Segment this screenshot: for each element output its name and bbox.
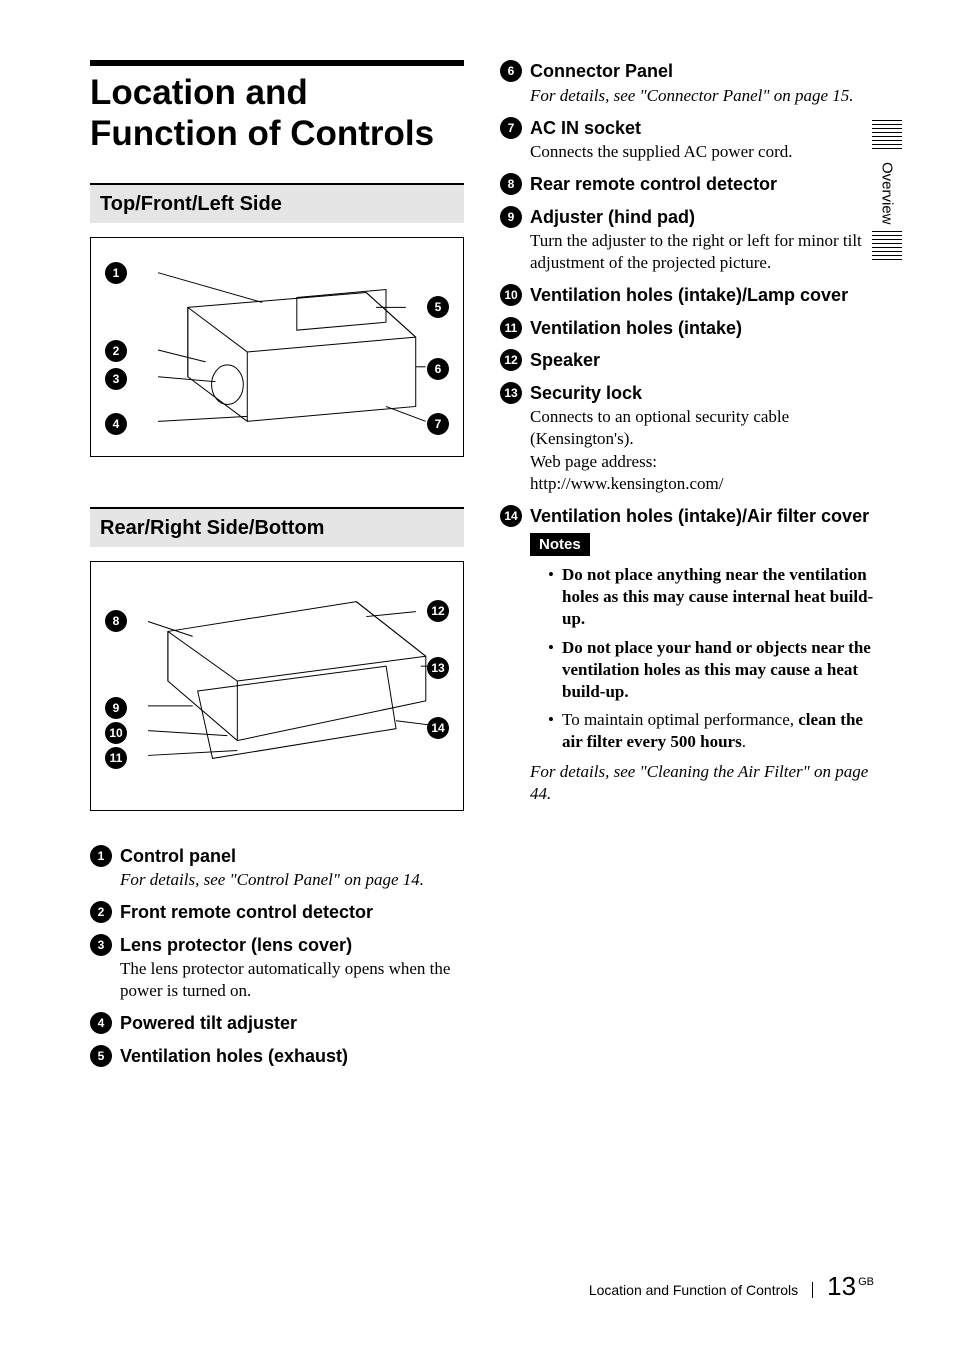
note-tail: .: [742, 732, 746, 751]
figure-rear-right-bottom: 8 9 10 11 12 13 14: [90, 561, 464, 811]
item-14: 14 Ventilation holes (intake)/Air filter…: [500, 505, 874, 805]
item-badge: 14: [500, 505, 522, 527]
item-badge: 5: [90, 1045, 112, 1067]
item-badge: 6: [500, 60, 522, 82]
tab-lines-top: [872, 120, 902, 152]
item-title: Rear remote control detector: [530, 173, 874, 196]
item-6: 6 Connector Panel For details, see "Conn…: [500, 60, 874, 107]
right-column: 6 Connector Panel For details, see "Conn…: [500, 60, 874, 1077]
item-title: Connector Panel: [530, 60, 874, 83]
side-tab-label: Overview: [879, 162, 896, 225]
item-13: 13 Security lock Connects to an optional…: [500, 382, 874, 495]
item-title: Powered tilt adjuster: [120, 1012, 464, 1035]
callout-9: 9: [105, 697, 127, 719]
item-1: 1 Control panel For details, see "Contro…: [90, 845, 464, 892]
callout-4: 4: [105, 413, 127, 435]
item-title: AC IN socket: [530, 117, 874, 140]
callout-6: 6: [427, 358, 449, 380]
callout-11: 11: [105, 747, 127, 769]
callout-12: 12: [427, 600, 449, 622]
note-item: To maintain optimal performance, clean t…: [548, 709, 874, 753]
item-badge: 9: [500, 206, 522, 228]
item-badge: 13: [500, 382, 522, 404]
item-badge: 4: [90, 1012, 112, 1034]
item-7: 7 AC IN socket Connects the supplied AC …: [500, 117, 874, 164]
notes-badge: Notes: [530, 533, 590, 556]
item-title: Ventilation holes (intake): [530, 317, 874, 340]
callout-14: 14: [427, 717, 449, 739]
tab-lines-bottom: [872, 231, 902, 263]
page-number-value: 13: [827, 1271, 856, 1301]
note-item: Do not place your hand or objects near t…: [548, 637, 874, 703]
item-title: Ventilation holes (intake)/Lamp cover: [530, 284, 874, 307]
item-11: 11 Ventilation holes (intake): [500, 317, 874, 340]
note-plain: To maintain optimal performance,: [562, 710, 798, 729]
title-rule: [90, 60, 464, 66]
item-title: Security lock: [530, 382, 874, 405]
item-2: 2 Front remote control detector: [90, 901, 464, 924]
item-badge: 7: [500, 117, 522, 139]
item-5: 5 Ventilation holes (exhaust): [90, 1045, 464, 1068]
item-desc: Connects the supplied AC power cord.: [530, 141, 874, 163]
section-top-front-left: Top/Front/Left Side: [90, 183, 464, 223]
page: Overview Location and Function of Contro…: [0, 0, 954, 1352]
item-title: Front remote control detector: [120, 901, 464, 924]
notes-footer: For details, see "Cleaning the Air Filte…: [530, 761, 874, 805]
item-badge: 3: [90, 934, 112, 956]
footer-title: Location and Function of Controls: [589, 1282, 813, 1298]
page-title: Location and Function of Controls: [90, 72, 464, 155]
callout-1: 1: [105, 262, 127, 284]
item-12: 12 Speaker: [500, 349, 874, 372]
item-title: Adjuster (hind pad): [530, 206, 874, 229]
item-badge: 8: [500, 173, 522, 195]
left-column: Location and Function of Controls Top/Fr…: [90, 60, 464, 1077]
item-3: 3 Lens protector (lens cover) The lens p…: [90, 934, 464, 1003]
note-bold: Do not place anything near the ventilati…: [562, 565, 873, 628]
item-desc: Turn the adjuster to the right or left f…: [530, 230, 874, 274]
item-desc: For details, see "Control Panel" on page…: [120, 869, 464, 891]
item-title: Ventilation holes (exhaust): [120, 1045, 464, 1068]
notes-list: Do not place anything near the ventilati…: [548, 564, 874, 753]
figure-top-front-left: 1 2 3 4 5 6 7: [90, 237, 464, 457]
item-badge: 1: [90, 845, 112, 867]
section-rear-right-bottom: Rear/Right Side/Bottom: [90, 507, 464, 547]
item-badge: 11: [500, 317, 522, 339]
callout-10: 10: [105, 722, 127, 744]
locale-badge: GB: [858, 1276, 874, 1288]
footer-page-number: 13GB: [827, 1271, 874, 1302]
item-title: Speaker: [530, 349, 874, 372]
projector-rear-svg: [91, 562, 463, 810]
item-4: 4 Powered tilt adjuster: [90, 1012, 464, 1035]
item-badge: 12: [500, 349, 522, 371]
item-desc: The lens protector automatically opens w…: [120, 958, 464, 1002]
item-badge: 10: [500, 284, 522, 306]
item-9: 9 Adjuster (hind pad) Turn the adjuster …: [500, 206, 874, 275]
item-desc: Connects to an optional security cable (…: [530, 406, 874, 494]
note-item: Do not place anything near the ventilati…: [548, 564, 874, 630]
callout-13: 13: [427, 657, 449, 679]
item-8: 8 Rear remote control detector: [500, 173, 874, 196]
item-badge: 2: [90, 901, 112, 923]
item-title: Control panel: [120, 845, 464, 868]
callout-8: 8: [105, 610, 127, 632]
callout-7: 7: [427, 413, 449, 435]
side-tab: Overview: [872, 120, 902, 263]
item-10: 10 Ventilation holes (intake)/Lamp cover: [500, 284, 874, 307]
item-title: Lens protector (lens cover): [120, 934, 464, 957]
callout-3: 3: [105, 368, 127, 390]
projector-front-svg: [91, 238, 463, 456]
item-desc: For details, see "Connector Panel" on pa…: [530, 85, 874, 107]
page-footer: Location and Function of Controls 13GB: [589, 1271, 874, 1302]
callout-5: 5: [427, 296, 449, 318]
callout-2: 2: [105, 340, 127, 362]
item-title: Ventilation holes (intake)/Air filter co…: [530, 505, 874, 528]
note-bold: Do not place your hand or objects near t…: [562, 638, 871, 701]
